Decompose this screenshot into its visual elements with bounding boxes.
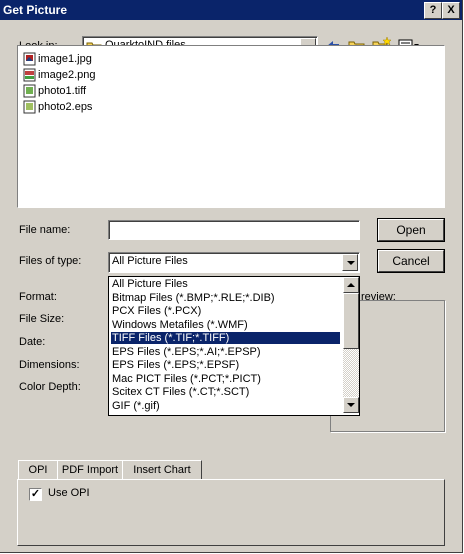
type-option-pict[interactable]: Mac PICT Files (*.PCT;*.PICT) <box>111 373 340 385</box>
listbox-scrollbar[interactable] <box>343 277 359 413</box>
type-option-tiff[interactable]: TIFF Files (*.TIF;*.TIFF) <box>110 331 341 345</box>
use-opi-checkbox[interactable]: ✓ <box>29 488 42 501</box>
files-of-type-listbox[interactable]: All Picture Files Bitmap Files (*.BMP;*.… <box>108 276 360 416</box>
jpg-file-icon <box>23 52 36 66</box>
use-opi-label: Use OPI <box>48 487 90 499</box>
scroll-up-icon[interactable] <box>343 277 359 293</box>
scroll-thumb[interactable] <box>343 293 359 349</box>
eps-file-icon <box>23 100 36 114</box>
files-of-type-value: All Picture Files <box>112 255 188 267</box>
cancel-button[interactable]: Cancel <box>378 250 444 272</box>
file-size-label: File Size: <box>19 313 65 325</box>
tiff-file-icon <box>23 84 36 98</box>
date-label: Date: <box>19 336 46 348</box>
file-name-label: File name: <box>19 224 71 236</box>
close-button[interactable]: X <box>442 2 460 19</box>
help-button[interactable]: ? <box>424 2 442 19</box>
type-option-eps-epsf[interactable]: EPS Files (*.EPS;*.EPSF) <box>111 359 340 371</box>
file-list[interactable]: image1.jpg image2.png photo1.tiff photo2… <box>17 45 445 208</box>
open-button[interactable]: Open <box>378 219 444 241</box>
tab-opi[interactable]: OPI <box>18 460 58 480</box>
scroll-down-icon[interactable] <box>343 397 359 413</box>
dialog-title: Get Picture <box>3 3 68 17</box>
png-file-icon <box>23 68 36 82</box>
type-option-bitmap[interactable]: Bitmap Files (*.BMP;*.RLE;*.DIB) <box>111 292 340 304</box>
color-depth-label: Color Depth: <box>19 381 81 393</box>
tab-pdf-import[interactable]: PDF Import <box>57 460 123 480</box>
type-option-eps-ai[interactable]: EPS Files (*.EPS;*.AI;*.EPSP) <box>111 346 340 358</box>
tab-insert-chart[interactable]: Insert Chart <box>122 460 202 480</box>
type-option-scitex[interactable]: Scitex CT Files (*.CT;*.SCT) <box>111 386 340 398</box>
opi-tab-panel: ✓ Use OPI <box>17 479 445 546</box>
get-picture-dialog: Get Picture ? X Look in: QuarktoIND file… <box>0 0 463 553</box>
file-name-field[interactable] <box>108 220 360 240</box>
dimensions-label: Dimensions: <box>19 359 80 371</box>
type-option-all-picture[interactable]: All Picture Files <box>111 278 340 290</box>
type-option-pcx[interactable]: PCX Files (*.PCX) <box>111 305 340 317</box>
title-bar: Get Picture ? X <box>0 0 462 20</box>
chevron-down-icon[interactable] <box>342 254 358 271</box>
format-label: Format: <box>19 291 57 303</box>
type-option-wmf[interactable]: Windows Metafiles (*.WMF) <box>111 319 340 331</box>
files-of-type-label: Files of type: <box>19 255 82 267</box>
files-of-type-dropdown[interactable]: All Picture Files <box>108 252 360 273</box>
type-option-gif[interactable]: GIF (*.gif) <box>111 400 340 412</box>
